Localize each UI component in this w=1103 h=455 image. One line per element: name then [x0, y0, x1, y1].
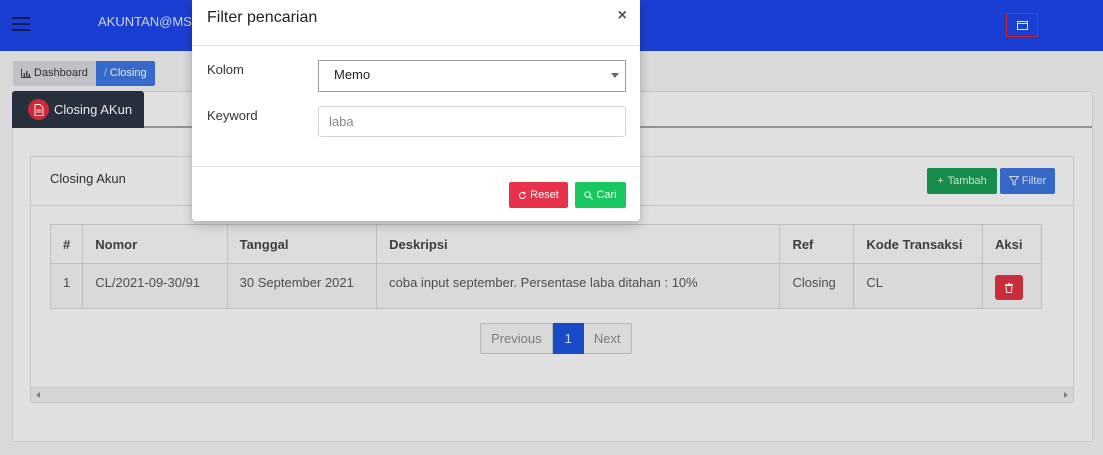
keyword-input[interactable]	[318, 106, 626, 137]
search-button[interactable]: Cari	[575, 182, 626, 208]
chevron-down-icon	[611, 73, 619, 78]
modal-title: Filter pencarian	[207, 9, 318, 26]
search-button-label: Cari	[596, 189, 617, 201]
reset-button-label: Reset	[530, 189, 559, 201]
filter-modal: Filter pencarian × Kolom Memo Keyword Re…	[192, 0, 640, 221]
modal-footer: Reset Cari	[192, 166, 640, 221]
modal-header: Filter pencarian ×	[192, 0, 640, 46]
keyword-label: Keyword	[207, 108, 258, 123]
search-icon	[584, 190, 594, 200]
reset-button[interactable]: Reset	[509, 182, 568, 208]
kolom-select[interactable]: Memo	[318, 60, 626, 92]
refresh-icon	[519, 191, 527, 199]
kolom-label: Kolom	[207, 62, 244, 77]
close-icon[interactable]: ×	[618, 7, 627, 25]
kolom-select-value: Memo	[334, 67, 371, 82]
